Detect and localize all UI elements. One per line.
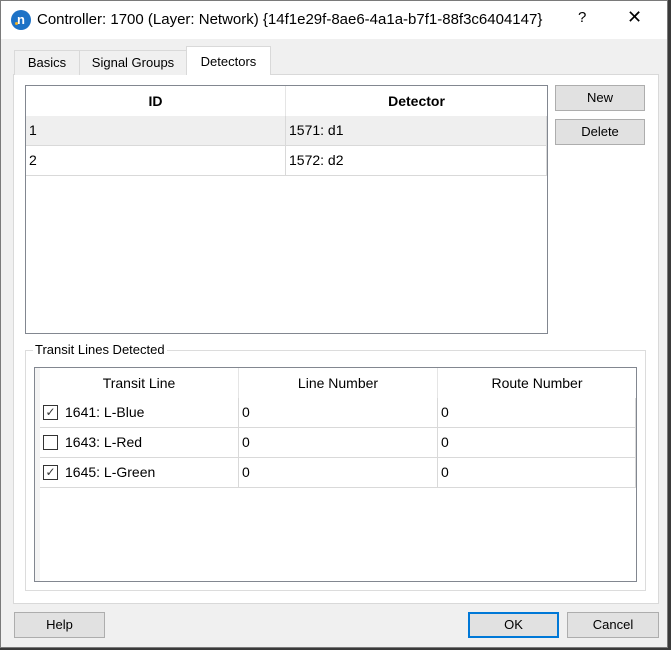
cell-detector: 1571: d1 [286,116,547,145]
close-icon[interactable]: ✕ [627,7,642,28]
table-row[interactable]: 1 1571: d1 [26,116,547,146]
groupbox-label: Transit Lines Detected [33,342,167,357]
column-header-id[interactable]: ID [26,86,286,116]
ok-button[interactable]: OK [468,612,559,638]
checkbox-unchecked[interactable] [43,435,58,450]
table-row[interactable]: ✓ 1641: L-Blue 0 0 [40,398,636,428]
transit-line-label: 1641: L-Blue [65,404,145,420]
cell-id: 1 [26,116,286,145]
cell-line-number[interactable]: 0 [239,398,438,427]
table-row[interactable]: ✓ 1645: L-Green 0 0 [40,458,636,488]
help-button[interactable]: Help [14,612,105,638]
cell-route-number[interactable]: 0 [438,398,636,427]
title-bar: n Controller: 1700 (Layer: Network) {14f… [1,1,667,39]
tab-basics[interactable]: Basics [14,50,80,75]
cell-detector: 1572: d2 [286,146,547,175]
cell-transit-line: ✓ 1645: L-Green [40,458,239,487]
controller-dialog: n Controller: 1700 (Layer: Network) {14f… [0,0,668,648]
tab-signal-groups[interactable]: Signal Groups [79,50,187,75]
cell-transit-line: ✓ 1641: L-Blue [40,398,239,427]
column-header-line-number[interactable]: Line Number [239,368,438,398]
help-icon[interactable]: ? [578,9,586,26]
cell-route-number[interactable]: 0 [438,428,636,457]
cell-line-number[interactable]: 0 [239,458,438,487]
transit-line-label: 1643: L-Red [65,434,143,450]
delete-button[interactable]: Delete [555,119,645,145]
table-row[interactable]: 1643: L-Red 0 0 [40,428,636,458]
table-header: ID Detector [26,86,547,116]
app-logo-icon: n [11,10,31,30]
column-header-detector[interactable]: Detector [286,86,547,116]
transit-lines-table: Transit Line Line Number Route Number ✓ … [34,367,637,582]
cell-transit-line: 1643: L-Red [40,428,239,457]
column-header-transit-line[interactable]: Transit Line [40,368,239,398]
new-button[interactable]: New [555,85,645,111]
cancel-button[interactable]: Cancel [567,612,659,638]
checkbox-checked[interactable]: ✓ [43,465,58,480]
checkbox-checked[interactable]: ✓ [43,405,58,420]
tab-detectors[interactable]: Detectors [186,46,271,75]
column-header-route-number[interactable]: Route Number [438,368,636,398]
cell-line-number[interactable]: 0 [239,428,438,457]
window-title: Controller: 1700 (Layer: Network) {14f1e… [37,11,543,28]
detectors-table: ID Detector 1 1571: d1 2 1572: d2 [25,85,548,334]
transit-line-label: 1645: L-Green [65,464,156,480]
cell-route-number[interactable]: 0 [438,458,636,487]
cell-id: 2 [26,146,286,175]
table-row[interactable]: 2 1572: d2 [26,146,547,176]
